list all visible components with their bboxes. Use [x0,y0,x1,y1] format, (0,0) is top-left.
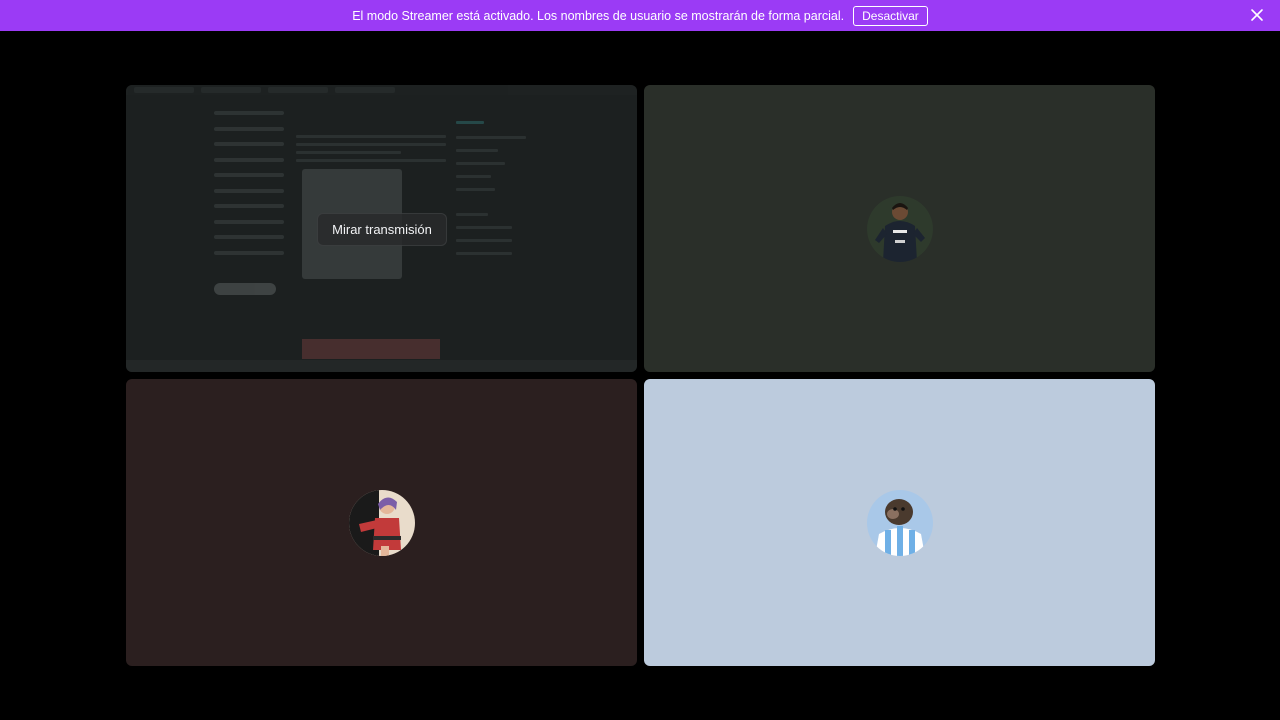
deactivate-button[interactable]: Desactivar [853,5,928,26]
streamer-mode-banner: El modo Streamer está activado. Los nomb… [0,0,1280,31]
stream-tile[interactable]: Mirar transmisión [126,85,637,372]
close-icon[interactable] [1250,8,1264,22]
watch-stream-button[interactable]: Mirar transmisión [317,213,447,246]
participant-tile[interactable] [126,379,637,666]
user-avatar-monkey-jersey-icon [866,489,933,556]
participant-tile[interactable] [644,85,1155,372]
user-avatar-football-player-icon [866,195,933,262]
user-avatar-cartoon-character-icon [348,489,415,556]
streamer-mode-message: El modo Streamer está activado. Los nomb… [352,8,845,23]
participant-tile[interactable] [644,379,1155,666]
